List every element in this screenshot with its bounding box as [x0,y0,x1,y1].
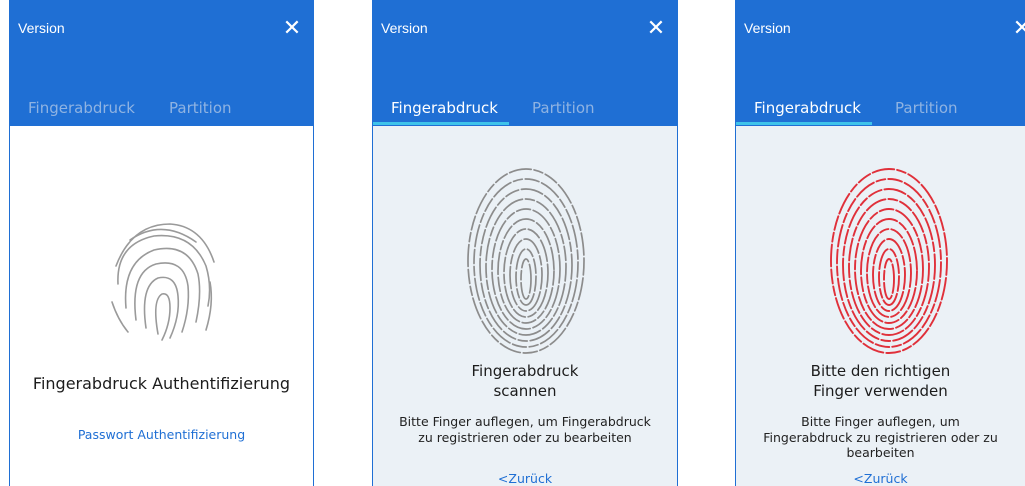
panel-wrong-finger: Version ✕ Fingerabdruck Partition Bitte … [735,0,1025,486]
error-status-line2: Finger verwenden [813,382,948,400]
error-status-line1: Bitte den richtigen [810,362,951,380]
tab-partition[interactable]: Partition [169,99,232,117]
close-icon[interactable]: ✕ [1011,18,1025,40]
scan-status-line2: scannen [493,382,557,400]
panel-body: Fingerabdruck Authentifizierung Passwort… [10,126,313,486]
window-header: Version ✕ Fingerabdruck Partition [373,0,677,126]
fingerprint-icon [467,168,585,354]
password-auth-link[interactable]: Passwort Authentifizierung [10,427,313,442]
close-icon[interactable]: ✕ [645,18,667,40]
scan-status-line1: Fingerabdruck [471,362,579,380]
panel-fingerprint-auth: Version ✕ Fingerabdruck Partition Finger… [9,0,314,486]
tab-fingerprint[interactable]: Fingerabdruck [391,99,498,117]
tab-fingerprint[interactable]: Fingerabdruck [754,99,861,117]
window-title: Version [744,20,791,36]
active-tab-indicator [373,122,509,125]
window-header: Version ✕ Fingerabdruck Partition [10,0,313,126]
scan-instruction: Bitte Finger auflegen, um Fingerabdruck … [399,414,651,445]
active-tab-indicator [736,122,872,125]
window-header: Version ✕ Fingerabdruck Partition [736,0,1025,126]
panel-fingerprint-scan: Version ✕ Fingerabdruck Partition Finger… [372,0,678,486]
scan-instruction: Bitte Finger auflegen, um Fingerabdruck … [763,414,998,460]
tab-partition[interactable]: Partition [532,99,595,117]
window-title: Version [18,20,65,36]
close-icon[interactable]: ✕ [281,18,303,40]
window-title: Version [381,20,428,36]
fingerprint-icon [830,168,948,354]
back-link[interactable]: <Zurück [373,471,677,486]
fingerprint-icon [111,223,215,341]
panel-body: Bitte den richtigen Finger verwenden Bit… [736,126,1025,486]
tab-fingerprint[interactable]: Fingerabdruck [28,99,135,117]
back-link[interactable]: <Zurück [736,471,1025,486]
tab-partition[interactable]: Partition [895,99,958,117]
fingerprint-auth-label: Fingerabdruck Authentifizierung [32,374,291,393]
panel-body: Fingerabdruck scannen Bitte Finger aufle… [373,126,677,486]
